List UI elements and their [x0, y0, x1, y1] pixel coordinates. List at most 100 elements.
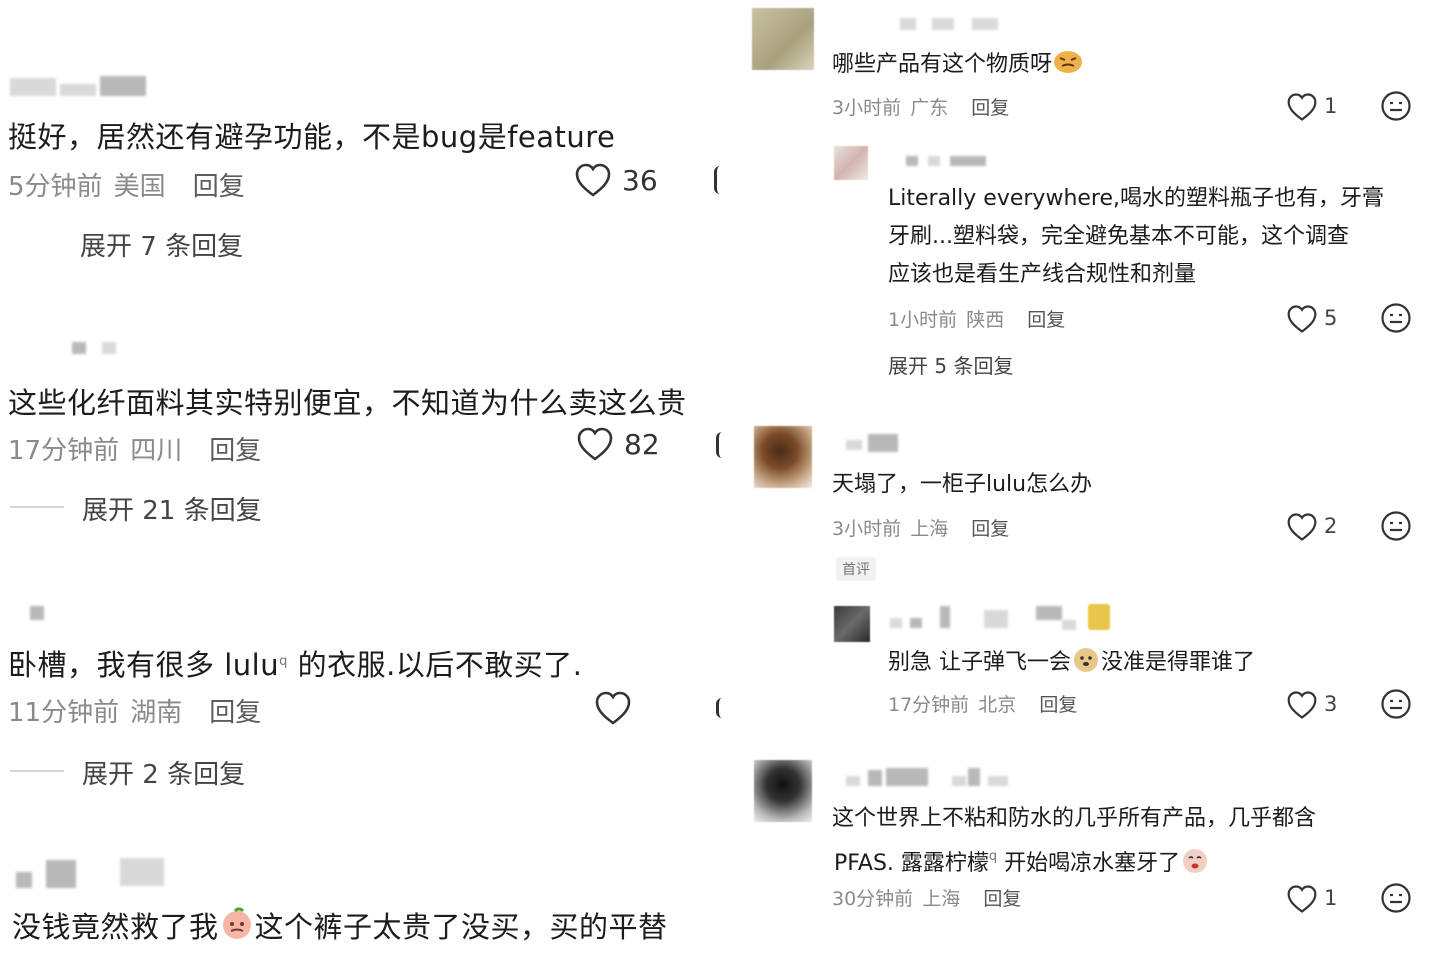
- expand-replies[interactable]: 展开 5 条回复: [888, 350, 1013, 379]
- reply-button[interactable]: 回复: [1039, 694, 1077, 716]
- like-count: 2: [1324, 514, 1338, 538]
- username-blurred: [16, 872, 32, 888]
- comment-meta: 17分钟前 四川 回复: [8, 430, 261, 467]
- smile-face-icon[interactable]: [1380, 688, 1412, 720]
- heart-outline-icon[interactable]: [1286, 512, 1318, 542]
- comment-time: 5分钟前: [8, 172, 103, 202]
- reply-button[interactable]: 回复: [209, 436, 261, 466]
- username-blurred: [950, 156, 986, 166]
- comment-region: 美国: [113, 172, 166, 202]
- heart-outline-icon[interactable]: [574, 162, 612, 198]
- smile-face-icon[interactable]: [1380, 90, 1412, 122]
- heart-outline-icon[interactable]: [1286, 92, 1318, 122]
- comment-text-part: 卧槽，我有很多 lulu: [8, 648, 280, 682]
- username-blurred: [60, 84, 96, 96]
- expand-replies[interactable]: 展开 7 条回复: [80, 226, 243, 263]
- username-blurred: [1036, 606, 1062, 620]
- comment-time: 3小时前: [832, 97, 902, 119]
- comment-region: 湖南: [130, 698, 183, 728]
- reply-button[interactable]: 回复: [1027, 309, 1065, 331]
- comment-text: 这些化纤面料其实特别便宜，不知道为什么卖这么贵: [8, 386, 687, 420]
- avatar[interactable]: [752, 8, 814, 70]
- username-blurred: [928, 156, 940, 166]
- right-comment-panel: 哪些产品有这个物质呀 3小时前 广东 回复 1 Literally everyw…: [740, 0, 1440, 960]
- comment-text-line: PFAS. 露露柠檬q 开始喝凉水塞牙了: [834, 838, 1210, 887]
- comment-text-part: PFAS. 露露柠檬: [834, 851, 989, 876]
- username-blurred: [968, 768, 980, 786]
- reply-button[interactable]: 回复: [971, 518, 1009, 540]
- like-count: 36: [622, 164, 658, 197]
- heart-outline-icon[interactable]: [576, 426, 614, 462]
- avatar[interactable]: [834, 146, 868, 180]
- smile-face-icon[interactable]: [1380, 510, 1412, 542]
- comment-time: 11分钟前: [8, 698, 120, 728]
- reply-divider: [10, 770, 64, 772]
- comment-text-line: 应该也是看生产线合规性和剂量: [888, 262, 1197, 287]
- username-blurred: [46, 860, 76, 888]
- username-blurred: [1062, 620, 1076, 630]
- comment-text: 挺好，居然还有避孕功能，不是bug是feature: [8, 120, 616, 154]
- comment-meta: 17分钟前 北京 回复: [888, 690, 1077, 717]
- username-blurred: [72, 342, 86, 354]
- avatar[interactable]: [754, 426, 812, 488]
- reply-button[interactable]: 回复: [983, 888, 1021, 910]
- username-blurred: [988, 776, 1008, 786]
- expand-replies[interactable]: 展开 2 条回复: [82, 754, 245, 791]
- comment-text-part: 哪些产品有这个物质呀: [832, 52, 1053, 77]
- heart-outline-icon[interactable]: [1286, 690, 1318, 720]
- comment-text: 哪些产品有这个物质呀: [832, 46, 1084, 88]
- badge-icon: [1088, 604, 1110, 630]
- left-comment-panel: 挺好，居然还有避孕功能，不是bug是feature 5分钟前 美国 回复 36 …: [0, 0, 722, 960]
- search-icon[interactable]: q: [279, 654, 288, 669]
- comment-region: 上海: [922, 888, 961, 910]
- smile-face-icon[interactable]: [1380, 882, 1412, 914]
- smile-face-icon[interactable]: [714, 166, 720, 194]
- comment-time: 17分钟前: [8, 436, 120, 466]
- first-comment-badge: 首评: [836, 557, 876, 581]
- heart-outline-icon[interactable]: [1286, 884, 1318, 914]
- search-icon[interactable]: q: [989, 849, 997, 864]
- username-blurred: [846, 776, 860, 786]
- username-blurred: [952, 776, 966, 786]
- like-count: 5: [1324, 306, 1338, 330]
- comment-text-part: 别急 让子弹飞一会: [888, 650, 1071, 675]
- comment-meta: 3小时前 广东 回复: [832, 93, 1009, 120]
- comment-meta: 3小时前 上海 回复: [832, 514, 1009, 541]
- username-blurred: [846, 440, 862, 450]
- username-blurred: [30, 606, 44, 620]
- reply-button[interactable]: 回复: [193, 172, 245, 202]
- smile-face-icon[interactable]: [1380, 302, 1412, 334]
- comment-text: 没钱竟然救了我 这个裤子太贵了没买，买的平替: [12, 904, 668, 948]
- comment-region: 陕西: [966, 309, 1005, 331]
- like-count: 1: [1324, 94, 1338, 118]
- username-blurred: [868, 770, 882, 786]
- username-blurred: [100, 76, 146, 96]
- username-blurred: [984, 610, 1008, 628]
- username-blurred: [102, 342, 116, 354]
- username-blurred: [910, 618, 922, 628]
- comment-time: 17分钟前: [888, 694, 970, 716]
- username-blurred: [932, 18, 954, 30]
- comment-region: 广东: [910, 97, 949, 119]
- smile-face-icon[interactable]: [716, 432, 722, 458]
- heart-outline-icon[interactable]: [1286, 304, 1318, 334]
- avatar[interactable]: [754, 760, 812, 822]
- comment-time: 3小时前: [832, 518, 902, 540]
- comment-time: 1小时前: [888, 309, 958, 331]
- comment-meta: 30分钟前 上海 回复: [832, 884, 1021, 911]
- expand-replies[interactable]: 展开 21 条回复: [82, 490, 262, 527]
- angry-face-emoji-icon: [1052, 47, 1084, 88]
- smile-face-icon[interactable]: [716, 698, 722, 718]
- comment-region: 四川: [130, 436, 183, 466]
- comment-region: 北京: [978, 694, 1017, 716]
- username-blurred: [10, 78, 56, 96]
- peach-emoji-icon: [219, 907, 255, 948]
- avatar[interactable]: [834, 606, 870, 642]
- comment-text-line: 牙刷...塑料袋，完全避免基本不可能，这个调查: [888, 224, 1349, 249]
- reply-button[interactable]: 回复: [971, 97, 1009, 119]
- username-blurred: [972, 18, 998, 30]
- crying-face-emoji-icon: [1180, 846, 1210, 887]
- username-blurred: [906, 156, 918, 166]
- reply-button[interactable]: 回复: [209, 698, 261, 728]
- heart-outline-icon[interactable]: [594, 690, 632, 726]
